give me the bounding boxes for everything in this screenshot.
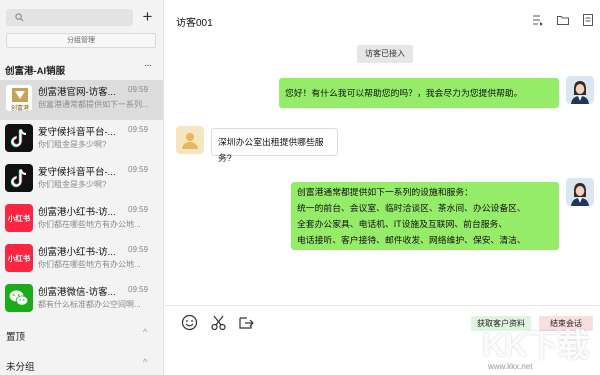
- xiaohongshu-icon: 小红书: [8, 213, 31, 223]
- agent-avatar: [566, 178, 594, 206]
- cfg-logo-icon: 创富港: [11, 88, 29, 112]
- user-icon: [176, 126, 204, 154]
- search-row: +: [6, 8, 158, 27]
- conversation-time: 09:59: [128, 125, 149, 134]
- end-session-button[interactable]: 结束会话: [539, 316, 593, 331]
- message-bubble-outgoing: 您好！有什么我可以帮助您的吗？，我会尽力为您提供帮助。: [279, 78, 559, 108]
- conversation-name: 爱守候抖音平台-...: [38, 167, 116, 178]
- group-label: 未分组: [6, 362, 35, 373]
- transfer-list-icon[interactable]: [531, 13, 545, 27]
- wechat-icon: [9, 290, 29, 306]
- message-line: 电话接听、客户接待、邮件收发、网络维护、保安、清洁、: [297, 235, 526, 245]
- conversation-time: 09:59: [128, 165, 149, 174]
- conversation-name: 爱守候抖音平台-...: [38, 127, 116, 138]
- conversation-preview: 创富港通常都提供如下一系列...: [38, 100, 149, 109]
- message-text: 深圳办公室出租提供哪些服务?: [218, 137, 324, 163]
- system-notice: 访客已接入: [357, 45, 413, 63]
- folder-icon[interactable]: [556, 13, 570, 27]
- group-pinned[interactable]: 置顶 ^: [0, 325, 163, 345]
- section-title: 创富港-AI销服: [5, 66, 66, 77]
- search-input[interactable]: [28, 9, 128, 26]
- agent-avatar-image: [566, 178, 594, 206]
- chat-area: 访客已接入 您好！有什么我可以帮助您的吗？，我会尽力为您提供帮助。 深圳办公室出…: [165, 40, 600, 305]
- composer: 获取客户资料 结束会话: [165, 305, 600, 375]
- message-line: 全套办公家具、电话机、IT设施及互联网、前台服务、: [297, 219, 508, 229]
- svg-text:小红书: 小红书: [8, 253, 31, 263]
- emoji-icon[interactable]: [181, 314, 198, 331]
- chevron-up-icon[interactable]: ^: [143, 357, 147, 367]
- tiktok-icon: [10, 129, 27, 148]
- avatar: [5, 164, 33, 192]
- add-button[interactable]: +: [139, 8, 156, 26]
- chat-title: 访客001: [176, 18, 213, 29]
- conversation-time: 09:59: [128, 205, 149, 214]
- conversation-name: 创富港微信-访客...: [38, 287, 116, 298]
- visitor-avatar: [176, 126, 204, 154]
- svg-text:小红书: 小红书: [8, 213, 31, 223]
- fetch-customer-info-button[interactable]: 获取客户资料: [471, 316, 531, 331]
- avatar: 小红书: [5, 244, 33, 272]
- agent-avatar-image: [566, 76, 594, 104]
- conversation-preview: 你们都在哪些地方有办公地...: [38, 260, 141, 269]
- conversation-name: 创富港小红书-访...: [38, 207, 116, 218]
- file-send-icon[interactable]: [238, 314, 255, 331]
- conversation-item[interactable]: 小红书 创富港小红书-访... 09:59 你们都在哪些地方有办公地...: [0, 200, 163, 240]
- scissors-icon[interactable]: [210, 314, 227, 331]
- chat-header: 访客001: [165, 0, 600, 40]
- message-line: 统一的前台、会议室、临时洽谈区、茶水间、办公设备区、: [297, 203, 526, 213]
- group-label: 置顶: [6, 332, 26, 343]
- tiktok-icon: [10, 169, 27, 188]
- conversation-time: 09:59: [128, 245, 149, 254]
- conversation-name: 创富港官网-访客...: [38, 87, 116, 98]
- avatar: 小红书: [5, 204, 33, 232]
- conversation-preview: 你们都在哪些地方有办公地...: [38, 220, 141, 229]
- conversation-time: 09:59: [128, 285, 149, 294]
- conversation-item[interactable]: 爱守候抖音平台-... 09:59 你们租金是多少啊?: [0, 120, 163, 160]
- conversation-preview: 你们租金是多少啊?: [38, 140, 107, 149]
- avatar: [5, 124, 33, 152]
- conversation-item[interactable]: 爱守候抖音平台-... 09:59 你们租金是多少啊?: [0, 160, 163, 200]
- xiaohongshu-icon: 小红书: [8, 253, 31, 263]
- conversation-preview: 都有什么标准都办公空间啊...: [38, 300, 141, 309]
- svg-text:创富港: 创富港: [11, 104, 29, 112]
- conversation-item[interactable]: 小红书 创富港小红书-访... 09:59 你们都在哪些地方有办公地...: [0, 240, 163, 280]
- message-bubble-incoming: 深圳办公室出租提供哪些服务?: [211, 128, 338, 163]
- conversation-item[interactable]: 创富港 创富港官网-访客... 09:59 创富港通常都提供如下一系列...: [0, 80, 163, 120]
- group-ungrouped[interactable]: 未分组 ^: [0, 355, 163, 375]
- document-icon[interactable]: [581, 13, 595, 27]
- chevron-up-icon[interactable]: ^: [143, 327, 147, 337]
- conversation-time: 09:59: [128, 85, 149, 94]
- conversation-name: 创富港小红书-访...: [38, 247, 116, 258]
- avatar: 创富港: [5, 84, 33, 112]
- avatar: [5, 284, 33, 312]
- message-text: 您好！有什么我可以帮助您的吗？，我会尽力为您提供帮助。: [285, 88, 523, 98]
- more-options-icon[interactable]: ···: [144, 60, 152, 71]
- message-line: 创富港通常都提供如下一系列的设施和服务：: [297, 187, 473, 197]
- conversation-item[interactable]: 创富港微信-访客... 09:59 都有什么标准都办公空间啊...: [0, 280, 163, 320]
- conversation-list: 创富港 创富港官网-访客... 09:59 创富港通常都提供如下一系列... 爱…: [0, 80, 163, 320]
- agent-avatar: [566, 76, 594, 104]
- message-bubble-outgoing: 创富港通常都提供如下一系列的设施和服务： 统一的前台、会议室、临时洽谈区、茶水间…: [291, 182, 559, 250]
- search-box[interactable]: [6, 9, 133, 26]
- search-icon: [15, 13, 24, 22]
- group-management-button[interactable]: 分组管理: [6, 33, 156, 48]
- conversation-preview: 你们租金是多少啊?: [38, 180, 107, 189]
- sidebar: + 分组管理 创富港-AI销服 ··· 创富港 创富港官网-访客... 09:5…: [0, 0, 164, 375]
